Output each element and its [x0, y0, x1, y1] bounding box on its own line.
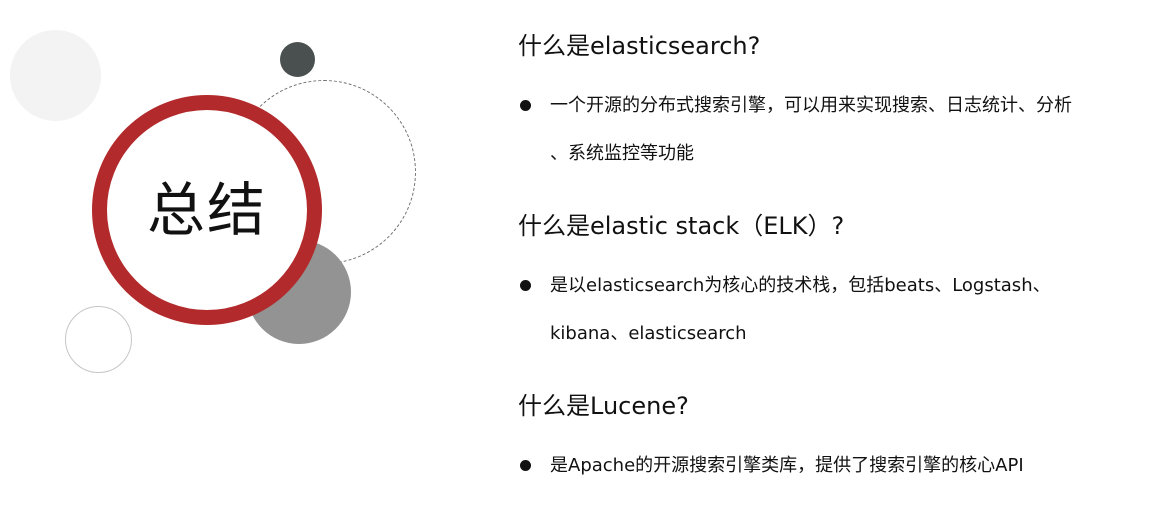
section-elastic-stack: 什么是elastic stack（ELK）? 是以elasticsearch为核… — [518, 204, 1148, 374]
bullet-line: 是以elasticsearch为核心的技术栈，包括beats、Logstash、 — [550, 275, 1051, 296]
bullet-item: 是以elasticsearch为核心的技术栈，包括beats、Logstash、… — [518, 262, 1148, 358]
bullet-line: 一个开源的分布式搜索引擎，可以用来实现搜索、日志统计、分析 — [550, 95, 1072, 116]
question-heading: 什么是elasticsearch? — [518, 32, 761, 60]
bullet-dot-icon — [520, 100, 531, 111]
bullet-dot-icon — [520, 280, 531, 291]
bullet-line: 是Apache的开源搜索引擎类库，提供了搜索引擎的核心API — [550, 455, 1024, 476]
bullet-item: 一个开源的分布式搜索引擎，可以用来实现搜索、日志统计、分析 、系统监控等功能 — [518, 82, 1148, 178]
slide-title: 总结 — [146, 176, 267, 244]
bullet-line: kibana、elasticsearch — [550, 323, 747, 344]
light-gray-circle — [10, 30, 101, 121]
dark-small-circle — [280, 42, 315, 77]
summary-content: 什么是elasticsearch? 一个开源的分布式搜索引擎，可以用来实现搜索、… — [518, 24, 1148, 500]
title-ring: 总结 — [92, 95, 322, 325]
bullet-item: 是Apache的开源搜索引擎类库，提供了搜索引擎的核心API — [518, 442, 1148, 490]
decorative-graphic: 总结 — [0, 0, 470, 506]
thin-outline-circle — [65, 306, 132, 373]
section-elasticsearch: 什么是elasticsearch? 一个开源的分布式搜索引擎，可以用来实现搜索、… — [518, 24, 1148, 194]
section-lucene: 什么是Lucene? 是Apache的开源搜索引擎类库，提供了搜索引擎的核心AP… — [518, 384, 1148, 490]
question-heading: 什么是Lucene? — [518, 392, 689, 420]
question-heading: 什么是elastic stack（ELK）? — [518, 212, 845, 240]
bullet-line: 、系统监控等功能 — [550, 143, 694, 164]
bullet-dot-icon — [520, 460, 531, 471]
